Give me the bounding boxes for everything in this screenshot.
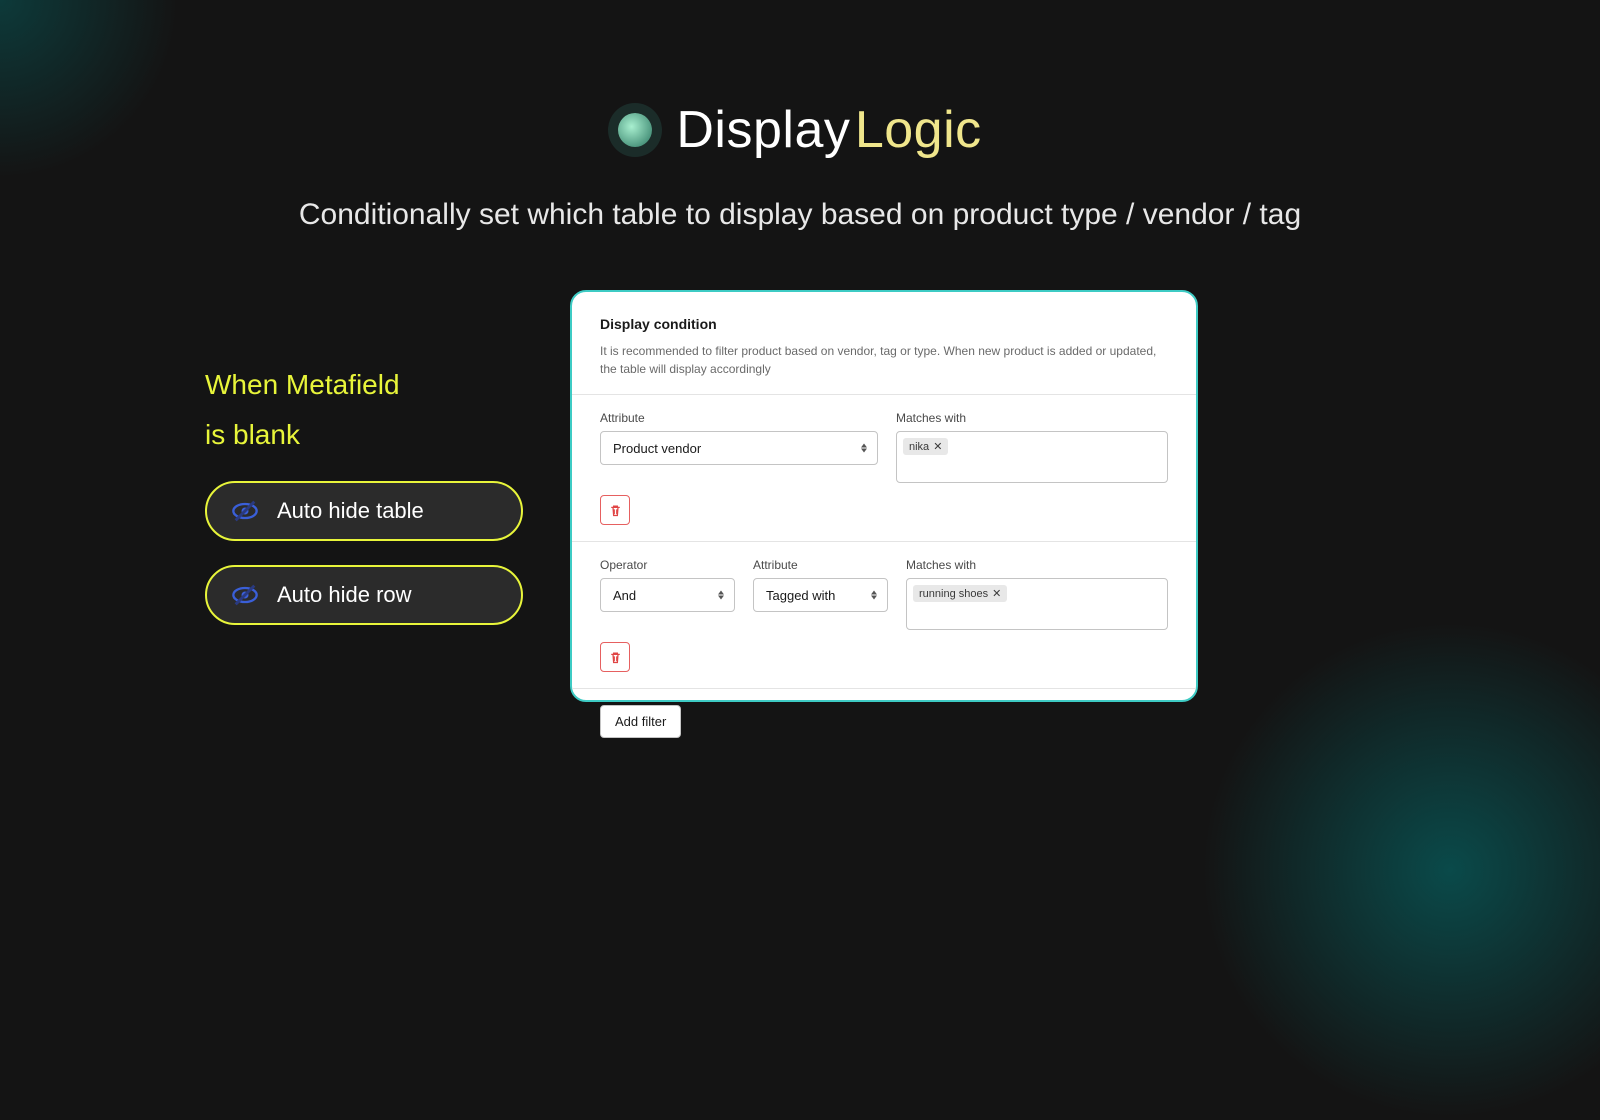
button-label: Auto hide row — [277, 582, 412, 608]
attribute-select[interactable]: Tagged with — [753, 578, 888, 612]
divider — [572, 688, 1196, 689]
remove-tag-icon[interactable]: ✕ — [933, 440, 942, 453]
matches-label: Matches with — [896, 411, 1168, 425]
filter-row: Operator And Attribute Tagged with Match… — [600, 558, 1168, 630]
select-arrows-icon — [718, 591, 724, 600]
remove-tag-icon[interactable]: ✕ — [992, 587, 1001, 600]
add-filter-button[interactable]: Add filter — [600, 705, 681, 738]
divider — [572, 541, 1196, 542]
page-subtitle: Conditionally set which table to display… — [0, 192, 1600, 237]
hide-icon — [231, 581, 259, 609]
auto-hide-table-button[interactable]: Auto hide table — [205, 481, 523, 541]
operator-label: Operator — [600, 558, 735, 572]
panel-title: Display condition — [600, 316, 1168, 332]
filter-row: Attribute Product vendor Matches with ni… — [600, 411, 1168, 483]
operator-select[interactable]: And — [600, 578, 735, 612]
select-arrows-icon — [871, 591, 877, 600]
callout-heading: When Metafield is blank — [205, 360, 545, 461]
panel-description: It is recommended to filter product base… — [600, 342, 1168, 378]
delete-filter-button[interactable] — [600, 642, 630, 672]
background-accent-bottom — [1200, 620, 1600, 1120]
tag-chip: running shoes ✕ — [913, 585, 1007, 602]
dot-icon — [618, 113, 652, 147]
matches-label: Matches with — [906, 558, 1168, 572]
button-label: Auto hide table — [277, 498, 424, 524]
trash-icon — [608, 650, 623, 665]
page-title-accent: Logic — [855, 101, 982, 159]
attribute-select[interactable]: Product vendor — [600, 431, 878, 465]
tag-chip: nika ✕ — [903, 438, 948, 455]
attribute-label: Attribute — [600, 411, 878, 425]
delete-filter-button[interactable] — [600, 495, 630, 525]
auto-hide-row-button[interactable]: Auto hide row — [205, 565, 523, 625]
display-condition-panel: Display condition It is recommended to f… — [570, 290, 1198, 702]
trash-icon — [608, 503, 623, 518]
page-header: Display Logic Conditionally set which ta… — [0, 100, 1600, 237]
matches-input[interactable]: nika ✕ — [896, 431, 1168, 483]
divider — [572, 394, 1196, 395]
hide-icon — [231, 497, 259, 525]
matches-input[interactable]: running shoes ✕ — [906, 578, 1168, 630]
page-title-main: Display — [676, 101, 850, 159]
feature-callout: When Metafield is blank Auto hide table … — [205, 360, 545, 649]
select-arrows-icon — [861, 444, 867, 453]
attribute-label: Attribute — [753, 558, 888, 572]
